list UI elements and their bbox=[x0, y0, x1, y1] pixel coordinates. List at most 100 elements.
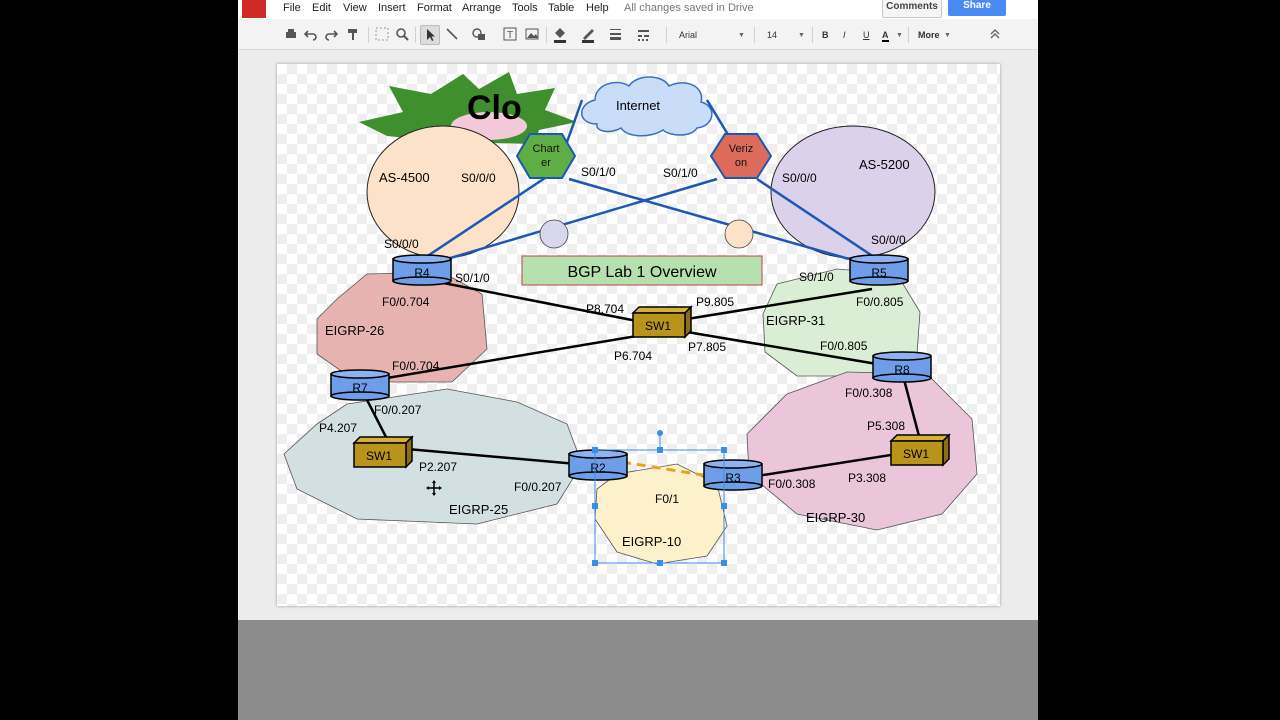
comments-button[interactable]: Comments bbox=[882, 0, 942, 18]
label-p6704: P6.704 bbox=[614, 349, 652, 363]
label-s010-r5: S0/1/0 bbox=[799, 270, 834, 284]
share-button[interactable]: Share bbox=[948, 0, 1006, 16]
rotate-handle[interactable] bbox=[657, 430, 663, 436]
label-p9805: P9.805 bbox=[696, 295, 734, 309]
label-s000-verizon: S0/0/0 bbox=[782, 171, 817, 185]
label-s000-charter: S0/0/0 bbox=[461, 171, 496, 185]
save-status[interactable]: All changes saved in Drive bbox=[624, 2, 754, 14]
label-f0704-r7: F0/0.704 bbox=[392, 359, 440, 373]
router-r4-label: R4 bbox=[414, 266, 430, 280]
network-diagram: Clo Internet Chart er Veriz on BGP Lab 1… bbox=[283, 72, 978, 566]
eigrp30-label: EIGRP-30 bbox=[806, 510, 865, 525]
menu-bar: File Edit View Insert Format Arrange Too… bbox=[238, 0, 1038, 19]
switch-center-label: SW1 bbox=[645, 319, 671, 333]
zoom-icon[interactable] bbox=[395, 25, 409, 43]
more-button[interactable]: More bbox=[918, 30, 940, 40]
line-dash-icon[interactable] bbox=[636, 25, 658, 43]
label-f0308-r3: F0/0.308 bbox=[768, 477, 816, 491]
label-s010-r4: S0/1/0 bbox=[455, 271, 490, 285]
label-p5308: P5.308 bbox=[867, 419, 905, 433]
router-r3[interactable]: R3 bbox=[703, 459, 763, 491]
label-s000-r5: S0/0/0 bbox=[871, 233, 906, 247]
docs-logo[interactable] bbox=[238, 0, 268, 19]
share-button-label: Share bbox=[963, 0, 991, 11]
eigrp25-label: EIGRP-25 bbox=[449, 502, 508, 517]
text-color-button[interactable]: A bbox=[882, 30, 889, 42]
switch-right[interactable]: SW1 bbox=[889, 433, 951, 467]
router-r8[interactable]: R8 bbox=[872, 351, 932, 383]
menu-insert[interactable]: Insert bbox=[378, 2, 406, 14]
small-circle-left[interactable] bbox=[539, 219, 569, 249]
resize-handle-n[interactable] bbox=[657, 447, 663, 453]
menu-file[interactable]: File bbox=[283, 2, 301, 14]
label-p2207: P2.207 bbox=[419, 460, 457, 474]
resize-handle-nw[interactable] bbox=[592, 447, 598, 453]
italic-button[interactable]: I bbox=[843, 30, 846, 40]
small-circle-right[interactable] bbox=[724, 219, 754, 249]
eigrp31-label: EIGRP-31 bbox=[766, 313, 825, 328]
charter-hexagon[interactable] bbox=[515, 133, 577, 179]
print-icon[interactable] bbox=[284, 25, 298, 43]
menu-format[interactable]: Format bbox=[417, 2, 452, 14]
menu-table[interactable]: Table bbox=[548, 2, 574, 14]
resize-handle-w[interactable] bbox=[592, 503, 598, 509]
switch-left[interactable]: SW1 bbox=[352, 435, 414, 469]
verizon-label-1: Veriz bbox=[729, 143, 753, 155]
router-r7-label: R7 bbox=[352, 381, 368, 395]
paint-format-icon[interactable] bbox=[346, 25, 360, 43]
slide-page[interactable]: Clo Internet Chart er Veriz on BGP Lab 1… bbox=[277, 64, 1000, 606]
collapse-icon[interactable] bbox=[988, 25, 1002, 43]
label-f0207-r2: F0/0.207 bbox=[514, 480, 562, 494]
font-family-select[interactable]: Arial bbox=[679, 30, 697, 40]
label-f0805-r5: F0/0.805 bbox=[856, 295, 904, 309]
switch-left-label: SW1 bbox=[366, 449, 392, 463]
label-f0308-r8: F0/0.308 bbox=[845, 386, 893, 400]
switch-center[interactable]: SW1 bbox=[631, 305, 693, 339]
textbox-icon[interactable]: T bbox=[502, 25, 518, 43]
shape-icon[interactable] bbox=[470, 25, 492, 43]
menu-arrange[interactable]: Arrange bbox=[462, 2, 501, 14]
as5200-label: AS-5200 bbox=[859, 157, 910, 172]
verizon-hexagon[interactable] bbox=[709, 133, 773, 179]
label-p7805: P7.805 bbox=[688, 340, 726, 354]
resize-handle-e[interactable] bbox=[721, 503, 727, 509]
resize-handle-se[interactable] bbox=[721, 560, 727, 566]
as4500-label: AS-4500 bbox=[379, 170, 430, 185]
as5200-ellipse[interactable] bbox=[770, 125, 936, 259]
line-color-icon[interactable] bbox=[580, 25, 602, 43]
select-icon[interactable] bbox=[374, 25, 390, 43]
redo-icon[interactable] bbox=[324, 25, 338, 43]
eigrp25-region[interactable] bbox=[283, 388, 583, 525]
line-weight-icon[interactable] bbox=[608, 25, 630, 43]
bold-button[interactable]: B bbox=[822, 30, 829, 40]
verizon-label-2: on bbox=[735, 157, 747, 169]
fill-icon[interactable] bbox=[552, 25, 574, 43]
resize-handle-s[interactable] bbox=[657, 560, 663, 566]
router-r5[interactable]: R5 bbox=[849, 254, 909, 286]
label-p8704: P8.704 bbox=[586, 302, 624, 316]
label-f0704-r4: F0/0.704 bbox=[382, 295, 430, 309]
router-r8-label: R8 bbox=[894, 363, 910, 377]
resize-handle-sw[interactable] bbox=[592, 560, 598, 566]
router-r4[interactable]: R4 bbox=[392, 254, 452, 286]
menu-edit[interactable]: Edit bbox=[312, 2, 331, 14]
router-r2[interactable]: R2 bbox=[568, 449, 628, 481]
line-icon[interactable] bbox=[444, 25, 460, 43]
resize-handle-ne[interactable] bbox=[721, 447, 727, 453]
undo-icon[interactable] bbox=[304, 25, 318, 43]
internet-label: Internet bbox=[616, 98, 660, 113]
menu-tools[interactable]: Tools bbox=[512, 2, 538, 14]
font-size-select[interactable]: 14 bbox=[767, 30, 777, 40]
svg-text:T: T bbox=[507, 30, 513, 41]
router-r7[interactable]: R7 bbox=[330, 369, 390, 401]
image-icon[interactable] bbox=[524, 25, 540, 43]
label-s010-charter: S0/1/0 bbox=[581, 165, 616, 179]
clo-title[interactable]: Clo bbox=[467, 89, 522, 127]
menu-view[interactable]: View bbox=[343, 2, 367, 14]
menu-help[interactable]: Help bbox=[586, 2, 609, 14]
label-s000-r4: S0/0/0 bbox=[384, 237, 419, 251]
label-p4207: P4.207 bbox=[319, 421, 357, 435]
underline-button[interactable]: U bbox=[863, 30, 870, 40]
label-p3308: P3.308 bbox=[848, 471, 886, 485]
pointer-icon[interactable] bbox=[420, 25, 440, 45]
